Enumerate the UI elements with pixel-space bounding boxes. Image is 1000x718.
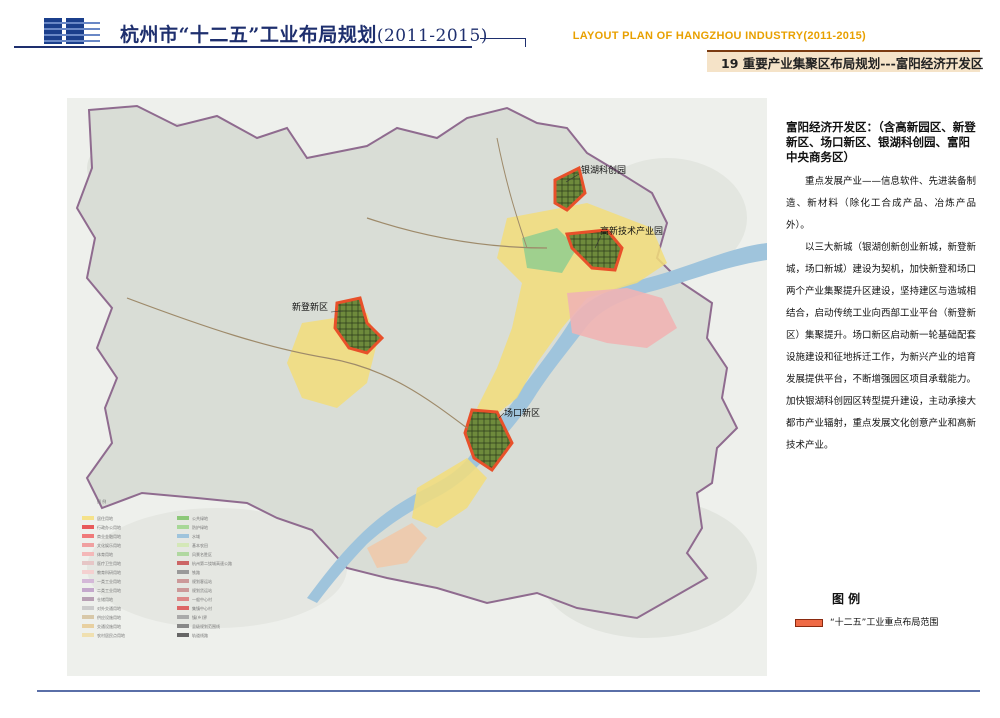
small-legend-swatch [177, 516, 189, 520]
small-legend-label: 公共绿地 [192, 515, 208, 521]
title-underline [14, 46, 472, 48]
small-legend-label: 一类工业用地 [97, 578, 121, 584]
small-legend-label: 县级规划范围线 [192, 623, 220, 629]
small-legend-label: 农村居民点用地 [97, 632, 125, 638]
small-legend-swatch [82, 552, 94, 556]
small-legend-label: 防护绿地 [192, 524, 208, 530]
small-legend-swatch [82, 597, 94, 601]
callout-changkou: 场口新区 [504, 407, 540, 419]
bottom-rule [37, 690, 980, 692]
small-legend-label: 医疗卫生用地 [97, 560, 121, 566]
small-legend-swatch [82, 606, 94, 610]
title-rule-tick [525, 38, 526, 47]
page-title: 杭州市“十二五”工业布局规划(2011-2015) [120, 20, 488, 47]
small-legend-label: 规划客运站 [192, 578, 212, 584]
map-panel: 银湖科创园 高新技术产业园 新登新区 场口新区 图 例 居住用地行政办公用地 商业… [67, 98, 767, 676]
small-legend-swatch [177, 579, 189, 583]
small-legend-label: 教育科研用地 [97, 569, 121, 575]
small-legend-swatch [177, 561, 189, 565]
title-rule-short [480, 38, 526, 39]
small-legend-label: 水域 [192, 533, 200, 539]
english-title: LAYOUT PLAN OF HANGZHOU INDUSTRY(2011-20… [572, 30, 866, 42]
small-legend-swatch [82, 516, 94, 520]
callout-yinhu: 银湖科创园 [581, 164, 626, 176]
small-legend-label: 供应设施用地 [97, 614, 121, 620]
small-legend-swatch [82, 525, 94, 529]
zone-title: 富阳经济开发区：（含高新园区、新登新区、场口新区、银湖科创园、富阳中央商务区） [786, 120, 976, 164]
small-legend-label: 对外交通用地 [97, 605, 121, 611]
small-legend-label: 体育用地 [97, 551, 113, 557]
title-years: (2011-2015) [376, 26, 488, 46]
small-legend-label: 规划货运站 [192, 587, 212, 593]
small-legend-label: 基本农田 [192, 542, 208, 548]
small-legend-title: 图 例 [97, 498, 106, 504]
small-legend-swatch [82, 561, 94, 565]
info-paragraph-strategy: 以三大新城（银湖创新创业新城，新登新城，场口新城）建设为契机，加快新登和场口两个… [786, 242, 977, 451]
small-legend-swatch [177, 552, 189, 556]
legend-swatch [795, 619, 823, 627]
small-legend-swatch [177, 570, 189, 574]
small-legend-swatch [177, 588, 189, 592]
small-legend-label: 风景名胜区 [192, 551, 212, 557]
info-panel: 富阳经济开发区：（含高新园区、新登新区、场口新区、银湖科创园、富阳中央商务区） … [786, 120, 976, 457]
small-legend-swatch [177, 543, 189, 547]
small-legend-swatch [177, 597, 189, 601]
small-legend-label: 仓储用地 [97, 596, 113, 602]
small-legend-swatch [177, 606, 189, 610]
info-paragraph-industries: 重点发展产业——信息软件、先进装备制造、新材料（除化工合成产品、冶炼产品外）。 [786, 176, 977, 231]
small-legend-swatch [82, 624, 94, 628]
map-svg: 银湖科创园 高新技术产业园 新登新区 场口新区 图 例 居住用地行政办公用地商业… [67, 98, 767, 676]
small-legend-swatch [82, 579, 94, 583]
legend-label: “十二五”工业重点布局范围 [830, 618, 939, 628]
small-legend-label: 一般中心村 [192, 596, 212, 602]
small-legend-swatch [82, 615, 94, 619]
small-legend-label: 文化娱乐用地 [97, 542, 121, 548]
small-legend-label: 居住用地 [97, 515, 113, 521]
small-legend-label: 轨道线路 [192, 632, 208, 638]
small-legend-label: 二类工业用地 [97, 587, 121, 593]
small-legend-label: 铁路 [192, 569, 200, 575]
callout-gaoxin: 高新技术产业园 [600, 225, 663, 237]
small-legend-label: 交通设施用地 [97, 623, 121, 629]
small-legend-label: 镇(乡)界 [192, 614, 207, 620]
subtitle-bar: 19 重要产业集聚区布局规划---富阳经济开发区 [707, 50, 984, 72]
small-legend-swatch [177, 615, 189, 619]
small-legend-swatch [82, 534, 94, 538]
small-legend-swatch [82, 543, 94, 547]
small-legend-label: 商业金融用地 [97, 533, 121, 539]
header-logo [44, 18, 100, 44]
small-legend-swatch [177, 525, 189, 529]
subtitle: 19 重要产业集聚区布局规划---富阳经济开发区 [721, 56, 984, 71]
small-legend-swatch [82, 588, 94, 592]
small-legend-swatch [177, 633, 189, 637]
legend-heading: 图 例 [832, 592, 861, 606]
small-legend-swatch [177, 534, 189, 538]
small-legend-label: 杭州第二绕城高速公路 [192, 560, 232, 566]
title-main: 杭州市“十二五”工业布局规划 [120, 24, 377, 46]
small-legend-swatch [82, 570, 94, 574]
small-legend-label: 集镇中心村 [192, 605, 212, 611]
small-legend-swatch [82, 633, 94, 637]
small-legend-label: 行政办公用地 [97, 524, 121, 530]
callout-xindeng: 新登新区 [292, 301, 328, 313]
small-legend-swatch [177, 624, 189, 628]
